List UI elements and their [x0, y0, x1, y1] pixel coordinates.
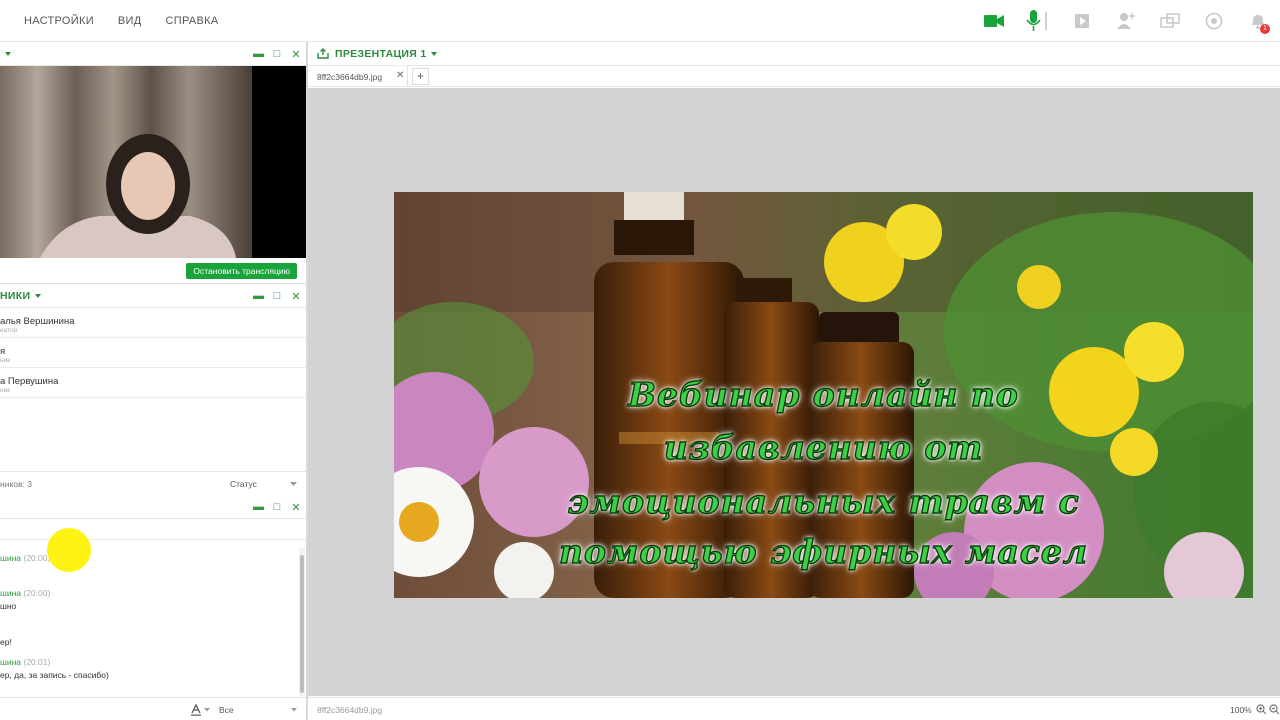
chat-text: ер, да, за запись - спасибо): [0, 670, 109, 680]
upload-icon: [317, 48, 329, 59]
menu-settings[interactable]: НАСТРОЙКИ: [24, 15, 94, 27]
chat-text: шно: [0, 601, 17, 611]
chat-time: (20:00): [23, 588, 51, 598]
chat-author: шина: [0, 588, 21, 598]
member-role: иатор: [0, 327, 18, 334]
member-item[interactable]: я ник: [0, 338, 307, 368]
chat-panel-header: ▬ □ ✕: [0, 495, 307, 519]
member-role: ник: [0, 357, 11, 364]
stop-broadcast-button[interactable]: Остановить трансляцию: [186, 263, 297, 279]
presentation-panel-header: ПРЕЗЕНТАЦИЯ 1: [308, 42, 1280, 66]
chat-time: (20:00): [23, 553, 51, 563]
chevron-down-icon: [35, 293, 42, 298]
text-format-icon[interactable]: [190, 704, 202, 716]
members-window-controls: ▬ □ ✕: [253, 284, 301, 308]
chat-time: (20:01): [23, 657, 51, 667]
tab-slide-file[interactable]: 8ff2c3664db9.jpg ✕: [308, 66, 408, 87]
slide-title-line: избавлению от: [663, 427, 984, 467]
members-panel-header: НИКИ ▬ □ ✕: [0, 284, 307, 308]
microphone-icon[interactable]: [1016, 0, 1060, 42]
close-icon[interactable]: ✕: [291, 290, 301, 303]
zoom-out-icon[interactable]: [1269, 704, 1280, 715]
member-role: ник: [0, 387, 11, 394]
slide-title-line: Вебинар онлайн по: [627, 374, 1019, 414]
chat-author: шина: [0, 553, 21, 563]
chevron-down-icon: [5, 51, 11, 56]
maximize-icon[interactable]: □: [272, 501, 282, 513]
main-menu: НАСТРОЙКИ ВИД СПРАВКА: [12, 0, 231, 42]
minimize-icon[interactable]: ▬: [253, 501, 264, 513]
members-panel-title[interactable]: НИКИ: [0, 290, 42, 302]
member-item[interactable]: алья Вершинина иатор: [0, 308, 307, 338]
chevron-down-icon: [431, 51, 438, 56]
presentation-title[interactable]: ПРЕЗЕНТАЦИЯ 1: [317, 48, 438, 60]
notification-icon[interactable]: 1: [1236, 0, 1280, 42]
notification-badge: 1: [1260, 24, 1270, 34]
chat-scroll-thumb[interactable]: [300, 555, 304, 693]
maximize-icon[interactable]: □: [272, 290, 282, 302]
chat-message: ер!: [0, 634, 295, 647]
chat-tabs: [0, 519, 307, 540]
member-name: алья Вершинина: [0, 316, 75, 327]
close-icon[interactable]: ✕: [396, 70, 404, 81]
chat-text: ер!: [0, 637, 12, 647]
slide-image: Вебинар онлайн по избавлению от эмоциона…: [394, 192, 1253, 598]
slide-title-line: эмоциональных травм с: [567, 481, 1080, 521]
chevron-down-icon: [291, 708, 297, 712]
maximize-icon[interactable]: □: [272, 48, 282, 60]
record-icon[interactable]: [1192, 0, 1236, 42]
chat-message: шина (20:00): [0, 553, 295, 563]
presentation-footer: 8ff2c3664db9.jpg 100%: [308, 697, 1280, 720]
chat-message: шина (20:00) шно: [0, 588, 295, 611]
zoom-level: 100%: [1230, 705, 1252, 715]
broadcast-bar: Остановить трансляцию: [0, 258, 307, 284]
status-filter[interactable]: Статус: [230, 479, 257, 489]
zoom-in-icon[interactable]: [1256, 704, 1267, 715]
chat-window-controls: ▬ □ ✕: [253, 495, 301, 519]
camera-icon[interactable]: [972, 0, 1016, 42]
member-name: а Первушина: [0, 376, 59, 387]
menu-view[interactable]: ВИД: [118, 15, 142, 27]
top-menu-bar: НАСТРОЙКИ ВИД СПРАВКА 1: [0, 0, 1280, 42]
minimize-icon[interactable]: ▬: [253, 48, 264, 60]
media-icon[interactable]: [1060, 0, 1104, 42]
chat-audience-select[interactable]: Все: [219, 705, 234, 715]
members-footer: ников: 3 Статус: [0, 471, 307, 495]
chat-message: шина (20:01) ер, да, за запись - спасибо…: [0, 657, 295, 680]
video-panel-title[interactable]: [0, 51, 11, 56]
screen-share-icon[interactable]: [1148, 0, 1192, 42]
chat-author: шина: [0, 657, 21, 667]
member-item[interactable]: а Первушина ник: [0, 368, 307, 398]
member-name: я: [0, 346, 6, 357]
close-icon[interactable]: ✕: [291, 48, 301, 61]
close-icon[interactable]: ✕: [291, 501, 301, 514]
chat-input-bar: Все: [0, 697, 307, 720]
cursor-highlight: [47, 528, 91, 572]
toolbar-icons: 1: [972, 0, 1280, 42]
tab-label: 8ff2c3664db9.jpg: [317, 72, 383, 82]
menu-help[interactable]: СПРАВКА: [166, 15, 219, 27]
add-tab-button[interactable]: +: [412, 68, 429, 85]
add-user-icon[interactable]: [1104, 0, 1148, 42]
webcam-video: [0, 66, 307, 258]
video-panel-header: ▬ □ ✕: [0, 42, 307, 66]
slide-title-line: помощью эфирных масел: [558, 531, 1089, 571]
chevron-down-icon: [290, 482, 297, 486]
members-count: ников: 3: [0, 479, 32, 489]
footer-filename: 8ff2c3664db9.jpg: [317, 705, 383, 715]
video-window-controls: ▬ □ ✕: [253, 42, 301, 66]
minimize-icon[interactable]: ▬: [253, 290, 264, 302]
chevron-down-icon: [204, 708, 210, 712]
presentation-tabs: 8ff2c3664db9.jpg ✕ +: [308, 66, 1280, 87]
